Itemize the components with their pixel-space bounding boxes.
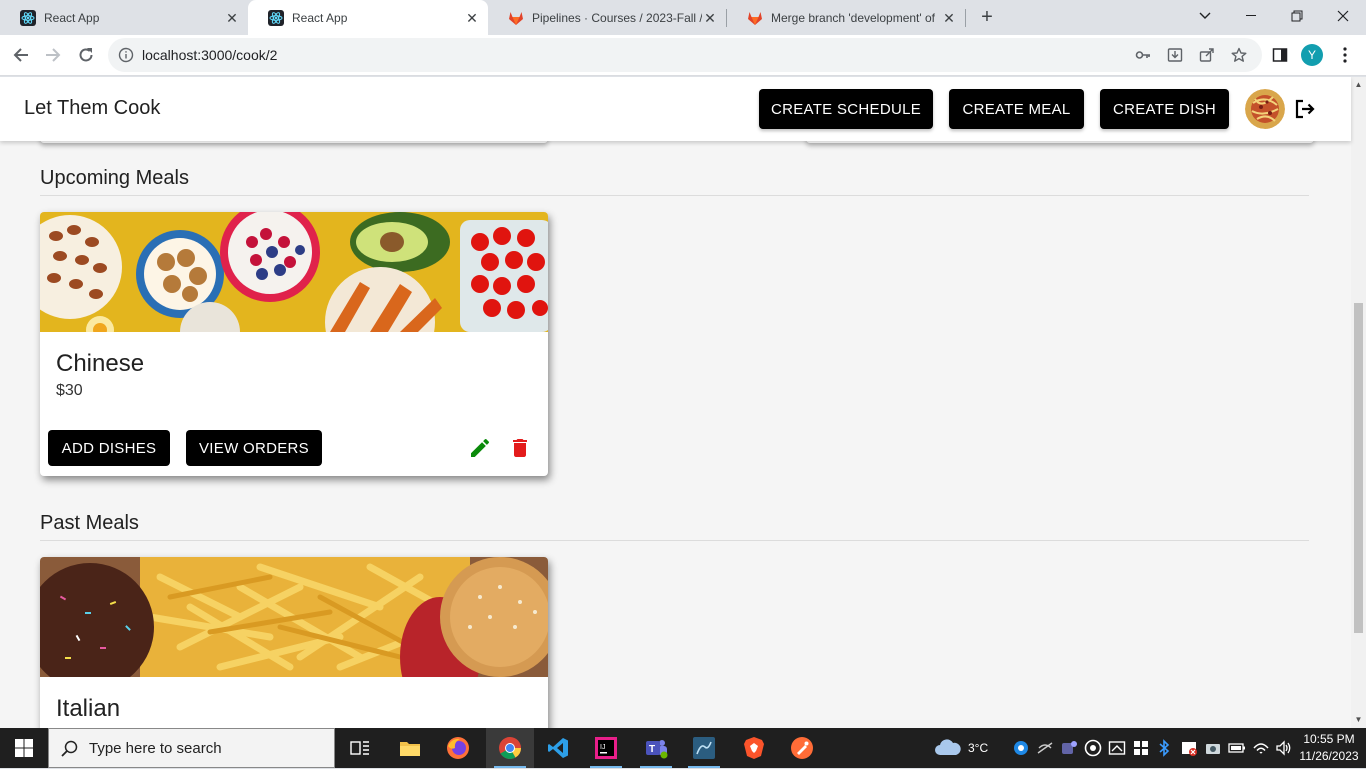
tray-app-icon[interactable] xyxy=(1013,739,1029,757)
meal-name: Chinese xyxy=(56,350,145,377)
chrome-icon[interactable] xyxy=(486,728,534,768)
volume-icon[interactable] xyxy=(1275,739,1293,757)
task-view-icon[interactable] xyxy=(336,728,384,768)
back-icon[interactable] xyxy=(9,43,33,67)
svg-text:IJ: IJ xyxy=(600,744,605,751)
url-text[interactable]: localhost:3000/cook/2 xyxy=(142,38,277,72)
clock-time: 10:55 PM xyxy=(1303,732,1355,746)
window-close-icon[interactable] xyxy=(1320,0,1366,32)
bookmark-star-icon[interactable] xyxy=(1231,47,1247,63)
logout-icon[interactable] xyxy=(1293,97,1317,121)
edit-icon[interactable] xyxy=(468,436,492,460)
avatar-image xyxy=(1245,89,1285,129)
tab-title: Pipelines · Courses / 2023-Fall / C xyxy=(532,10,702,25)
page-scrollbar[interactable]: ▲ ▼ xyxy=(1351,77,1366,728)
tray-alert-icon[interactable] xyxy=(1180,739,1198,757)
close-icon[interactable]: ✕ xyxy=(702,10,718,26)
meal-price: $30 xyxy=(56,382,83,399)
battery-icon[interactable] xyxy=(1228,739,1246,757)
teams-icon[interactable]: T xyxy=(632,728,680,768)
vscode-icon[interactable] xyxy=(534,728,582,768)
page-viewport: Let Them Cook CREATE SCHEDULE CREATE MEA… xyxy=(0,77,1366,728)
taskbar-search-box[interactable]: Type here to search xyxy=(48,728,335,768)
reload-icon[interactable] xyxy=(74,43,98,67)
tray-circle-icon[interactable] xyxy=(1084,739,1102,757)
meal-name: Italian xyxy=(56,695,121,722)
minimize-icon[interactable] xyxy=(1228,0,1274,32)
forward-icon[interactable] xyxy=(41,43,65,67)
app-brand[interactable]: Let Them Cook xyxy=(24,97,160,120)
profile-avatar[interactable]: Y xyxy=(1301,44,1323,66)
create-dish-button[interactable]: CREATE DISH xyxy=(1100,89,1229,129)
section-divider xyxy=(40,195,1309,196)
wifi-icon[interactable] xyxy=(1252,739,1270,757)
mysql-workbench-icon[interactable] xyxy=(680,728,728,768)
restore-icon[interactable] xyxy=(1274,0,1320,32)
tab-title: Merge branch 'development' of xyxy=(771,10,936,25)
past-meals-title: Past Meals xyxy=(40,512,139,534)
intellij-icon[interactable]: IJ xyxy=(582,728,630,768)
gitlab-icon xyxy=(509,11,523,25)
browser-tab[interactable]: Pipelines · Courses / 2023-Fall / C ✕ xyxy=(488,0,726,35)
firefox-icon[interactable] xyxy=(434,728,482,768)
taskbar-clock[interactable]: 10:55 PM 11/26/2023 xyxy=(1296,731,1362,765)
site-info-icon[interactable] xyxy=(118,47,134,63)
browser-tab-active[interactable]: React App ✕ xyxy=(248,0,488,35)
browser-tab[interactable]: Merge branch 'development' of ✕ xyxy=(727,0,965,35)
tray-window-icon[interactable] xyxy=(1108,739,1126,757)
network-off-icon[interactable] xyxy=(1036,739,1054,757)
browser-tab[interactable]: React App ✕ xyxy=(0,0,248,35)
tab-title: React App xyxy=(292,10,348,25)
scroll-down-icon[interactable]: ▼ xyxy=(1354,715,1363,724)
tray-security-icon[interactable] xyxy=(1132,739,1150,757)
close-icon[interactable]: ✕ xyxy=(464,10,480,26)
delete-icon[interactable] xyxy=(508,436,532,460)
key-icon[interactable] xyxy=(1135,47,1151,63)
section-divider xyxy=(40,540,1309,541)
user-avatar[interactable] xyxy=(1245,89,1285,129)
tab-separator xyxy=(965,9,966,27)
windows-start-icon[interactable] xyxy=(0,728,48,768)
create-meal-button[interactable]: CREATE MEAL xyxy=(949,89,1084,129)
browser-toolbar: localhost:3000/cook/2 xyxy=(0,35,1366,76)
taskbar-search-placeholder: Type here to search xyxy=(89,740,222,757)
tray-camera-icon[interactable] xyxy=(1204,739,1222,757)
postman-icon[interactable] xyxy=(778,728,826,768)
clock-date: 11/26/2023 xyxy=(1299,749,1359,763)
create-schedule-button[interactable]: CREATE SCHEDULE xyxy=(759,89,933,129)
meal-card-image xyxy=(40,557,548,677)
teams-tray-icon[interactable] xyxy=(1060,739,1078,757)
meal-card-image xyxy=(40,212,548,332)
tab-search-icon[interactable] xyxy=(1182,0,1228,32)
tab-title: React App xyxy=(44,10,100,25)
scroll-up-icon[interactable]: ▲ xyxy=(1354,80,1363,89)
gitlab-icon xyxy=(748,11,762,25)
react-icon xyxy=(268,9,284,26)
install-app-icon[interactable] xyxy=(1167,47,1183,63)
search-icon xyxy=(61,740,78,757)
address-bar[interactable]: localhost:3000/cook/2 xyxy=(108,38,1262,72)
windows-taskbar: Type here to search IJ T 3°C 10:55 PM 11… xyxy=(0,728,1366,768)
side-panel-icon[interactable] xyxy=(1268,43,1292,67)
app-header: Let Them Cook CREATE SCHEDULE CREATE MEA… xyxy=(0,77,1351,141)
view-orders-button[interactable]: VIEW ORDERS xyxy=(186,430,322,466)
new-tab-icon[interactable]: + xyxy=(977,6,997,28)
weather-cloud-icon[interactable] xyxy=(934,739,962,757)
brave-icon[interactable] xyxy=(730,728,778,768)
scrollbar-thumb[interactable] xyxy=(1354,303,1363,633)
file-explorer-icon[interactable] xyxy=(386,728,434,768)
share-icon[interactable] xyxy=(1199,47,1215,63)
menu-kebab-icon[interactable] xyxy=(1333,43,1357,67)
upcoming-meals-title: Upcoming Meals xyxy=(40,167,189,189)
close-icon[interactable]: ✕ xyxy=(224,10,240,26)
meal-card: Italian xyxy=(40,557,548,728)
meal-card: Chinese $30 ADD DISHES VIEW ORDERS xyxy=(40,212,548,476)
react-icon xyxy=(20,9,36,26)
browser-tab-strip: React App ✕ React App ✕ Pipelines · Cour… xyxy=(0,0,1366,35)
add-dishes-button[interactable]: ADD DISHES xyxy=(48,430,170,466)
weather-temp[interactable]: 3°C xyxy=(968,728,988,768)
bluetooth-icon[interactable] xyxy=(1156,739,1172,757)
svg-text:T: T xyxy=(649,744,655,755)
close-icon[interactable]: ✕ xyxy=(941,10,957,26)
